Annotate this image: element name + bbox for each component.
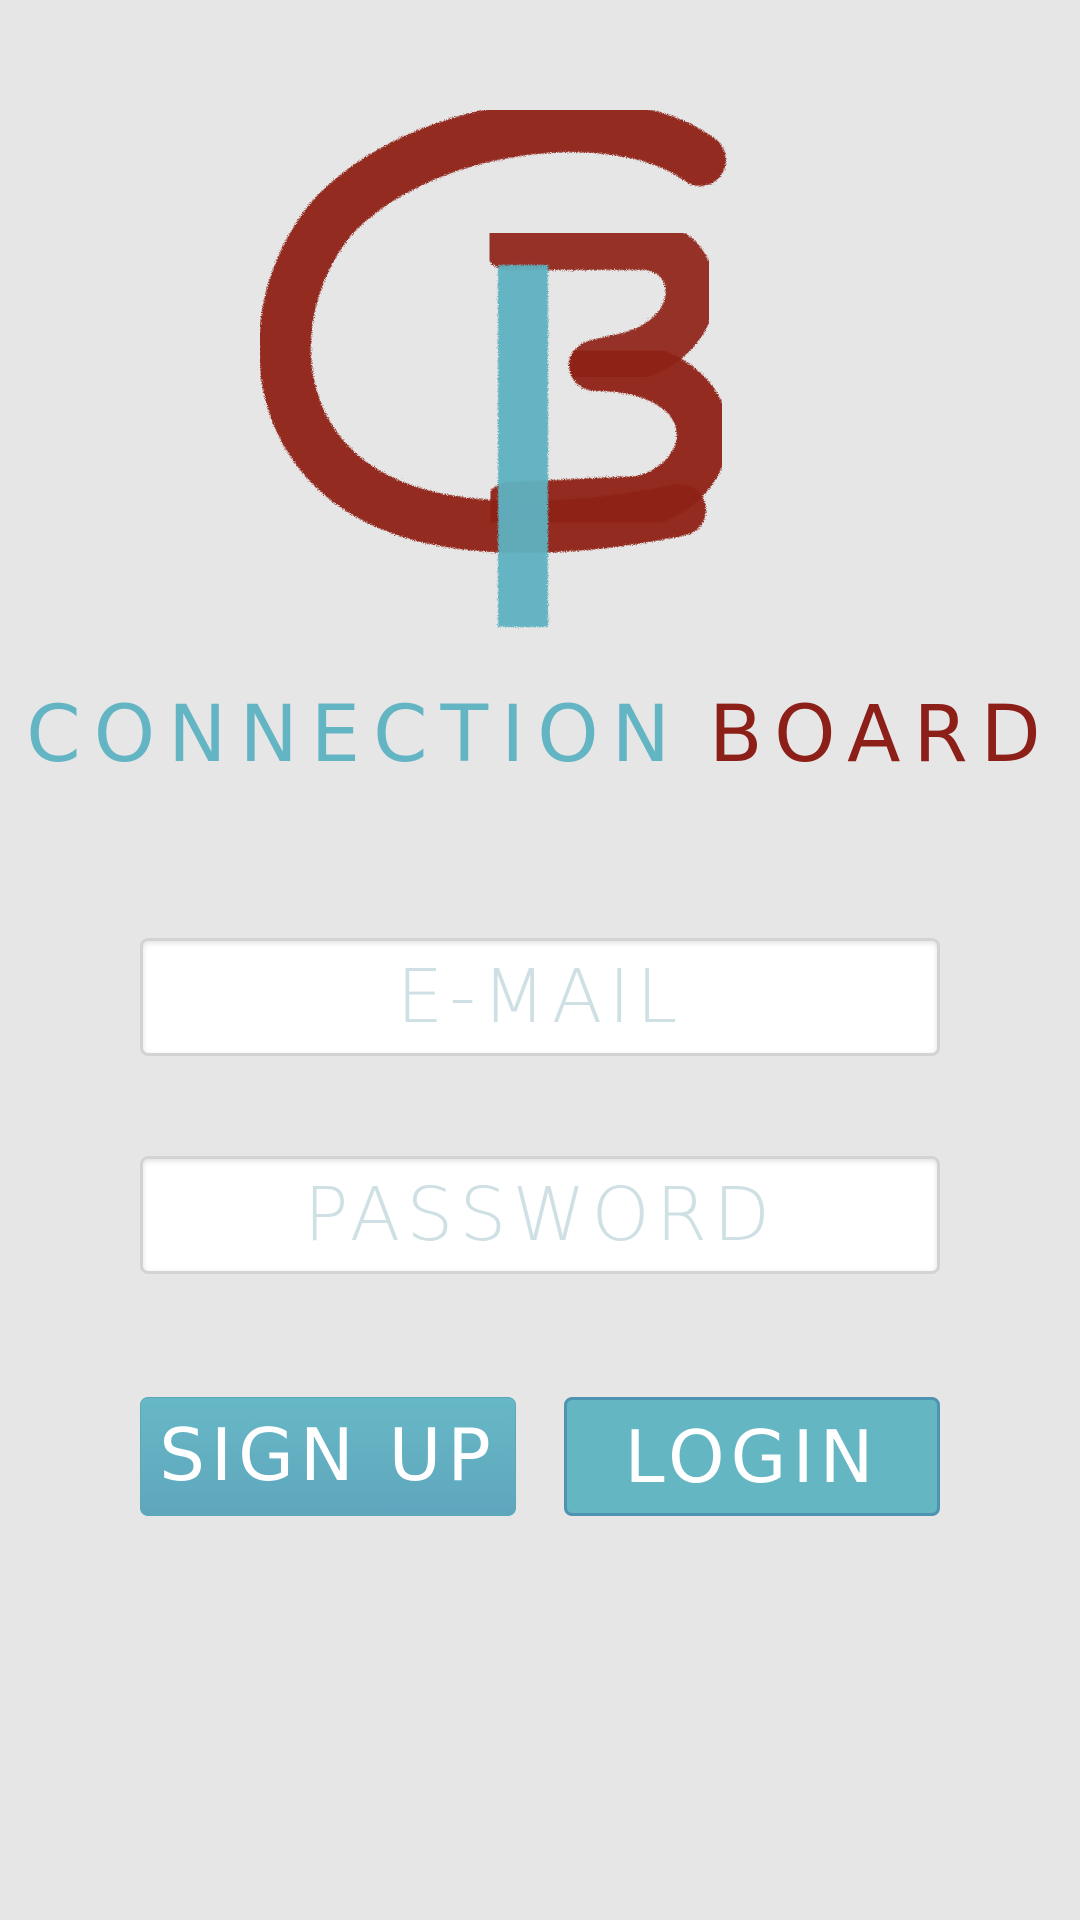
password-field-container <box>140 1156 940 1274</box>
logo-icon <box>258 100 760 640</box>
email-field-container <box>140 938 940 1056</box>
password-input[interactable] <box>143 1159 937 1271</box>
brand-wordmark: CONNECTION BOARD <box>0 690 1080 780</box>
sign-up-button[interactable]: SIGN UP <box>140 1397 516 1516</box>
email-input[interactable] <box>143 941 937 1053</box>
login-button[interactable]: LOGIN <box>564 1397 940 1516</box>
brand-word-board: BOARD <box>708 690 1054 780</box>
brand-word-connection: CONNECTION <box>26 690 683 780</box>
